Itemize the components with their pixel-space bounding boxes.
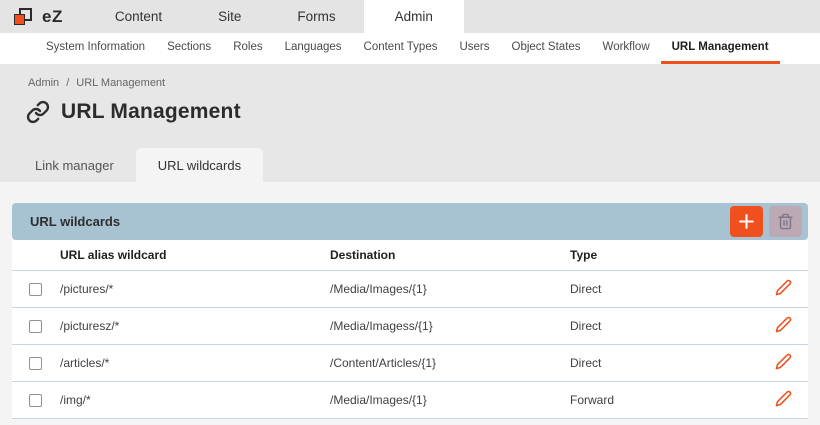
edit-row-button[interactable] xyxy=(775,279,792,296)
logo-text: eZ xyxy=(42,7,63,27)
table-row: /articles/* /Content/Articles/{1} Direct xyxy=(12,344,808,381)
cell-type: Forward xyxy=(570,381,758,418)
table-row: /img/* /Media/Images/{1} Forward xyxy=(12,381,808,418)
wildcards-table: URL alias wildcard Destination Type /pic… xyxy=(12,240,808,419)
cell-url-alias-wildcard: /img/* xyxy=(60,381,330,418)
trash-icon xyxy=(777,213,794,230)
cell-url-alias-wildcard: /articles/* xyxy=(60,344,330,381)
row-checkbox[interactable] xyxy=(29,394,42,407)
tab[interactable]: URL wildcards xyxy=(136,148,263,182)
cell-destination: /Media/Images/{1} xyxy=(330,270,570,307)
pencil-icon xyxy=(775,279,792,296)
ez-logo-icon xyxy=(14,7,35,26)
row-checkbox[interactable] xyxy=(29,357,42,370)
cell-destination: /Media/Images/{1} xyxy=(330,381,570,418)
plus-icon xyxy=(737,212,756,231)
row-checkbox[interactable] xyxy=(29,283,42,296)
cell-destination: /Content/Articles/{1} xyxy=(330,344,570,381)
subnav-item[interactable]: Languages xyxy=(274,33,353,64)
pencil-icon xyxy=(775,390,792,407)
topbar: eZ Content Site Forms Admin xyxy=(0,0,820,33)
url-wildcards-panel-header: URL wildcards xyxy=(12,203,808,240)
subnav-item[interactable]: Workflow xyxy=(592,33,661,64)
table-row: /pictures/* /Media/Images/{1} Direct xyxy=(12,270,808,307)
breadcrumb-admin[interactable]: Admin xyxy=(28,77,59,89)
link-icon xyxy=(26,100,50,124)
delete-wildcard-button[interactable] xyxy=(769,206,802,237)
cell-url-alias-wildcard: /picturesz/* xyxy=(60,307,330,344)
ez-logo[interactable]: eZ xyxy=(0,0,73,33)
subnav-item[interactable]: Object States xyxy=(501,33,592,64)
breadcrumb-current: URL Management xyxy=(76,77,165,89)
tab[interactable]: Link manager xyxy=(13,148,136,182)
cell-url-alias-wildcard: /pictures/* xyxy=(60,270,330,307)
col-url-alias-wildcard: URL alias wildcard xyxy=(60,240,330,270)
edit-row-button[interactable] xyxy=(775,390,792,407)
col-destination: Destination xyxy=(330,240,570,270)
subnav-item[interactable]: Users xyxy=(448,33,500,64)
subnav-item[interactable]: URL Management xyxy=(661,33,780,64)
table-header-row: URL alias wildcard Destination Type xyxy=(12,240,808,270)
subnav-item[interactable]: Sections xyxy=(156,33,222,64)
cell-type: Direct xyxy=(570,344,758,381)
main-nav-item[interactable]: Admin xyxy=(364,0,464,33)
main-nav-item[interactable]: Site xyxy=(190,0,269,33)
page-title-text: URL Management xyxy=(61,100,241,124)
breadcrumb-separator: / xyxy=(66,77,69,89)
subnav-item[interactable]: Content Types xyxy=(353,33,449,64)
pencil-icon xyxy=(775,316,792,333)
panel-title: URL wildcards xyxy=(30,214,724,229)
content-area: URL wildcards xyxy=(0,182,820,425)
main-nav: Content Site Forms Admin xyxy=(87,0,464,33)
subnav-item[interactable]: System Information xyxy=(35,33,156,64)
admin-subnav: System Information Sections Roles Langua… xyxy=(0,33,820,64)
add-wildcard-button[interactable] xyxy=(730,206,763,237)
subnav-item[interactable]: Roles xyxy=(222,33,273,64)
breadcrumb: Admin / URL Management xyxy=(0,64,820,89)
pencil-icon xyxy=(775,353,792,370)
main-nav-item[interactable]: Content xyxy=(87,0,190,33)
page-header: Admin / URL Management URL Management Li… xyxy=(0,64,820,182)
page-title: URL Management xyxy=(26,100,820,124)
tabs: Link manager URL wildcards xyxy=(13,148,263,182)
cell-type: Direct xyxy=(570,307,758,344)
table-row: /picturesz/* /Media/Imagess/{1} Direct xyxy=(12,307,808,344)
cell-type: Direct xyxy=(570,270,758,307)
main-nav-item[interactable]: Forms xyxy=(269,0,363,33)
col-type: Type xyxy=(570,240,758,270)
cell-destination: /Media/Imagess/{1} xyxy=(330,307,570,344)
edit-row-button[interactable] xyxy=(775,316,792,333)
edit-row-button[interactable] xyxy=(775,353,792,370)
row-checkbox[interactable] xyxy=(29,320,42,333)
